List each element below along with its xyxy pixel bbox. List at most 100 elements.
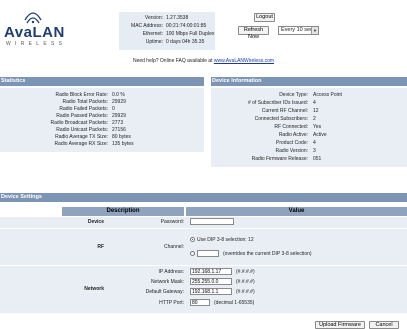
info-value: 051 — [313, 156, 322, 162]
default-gateway-hint: (#.#.#.#) — [236, 289, 255, 295]
stat-row: Radio Total Packets: — [0, 99, 109, 106]
ip-address-label: IP Address: — [158, 269, 184, 275]
stat-label: Radio Average TX Size: — [55, 134, 108, 140]
stat-row: Radio Block Error Rate: — [0, 92, 108, 99]
password-label: Password: — [160, 219, 184, 225]
info-value: 4 — [313, 140, 316, 146]
stat-label: Radio Unicast Packets: — [56, 127, 108, 133]
stat-row: Radio Average RX Size: — [0, 141, 108, 148]
info-row: Radio Version: — [211, 148, 308, 155]
info-ethernet: Ethernet: 100 Mbps Full Duplex — [119, 31, 215, 38]
http-port-hint: (decimal 1-65535) — [214, 300, 255, 306]
override-hint: (overrides the current DIP 3-8 selection… — [223, 251, 312, 257]
stat-label: Radio Average RX Size: — [54, 141, 108, 147]
info-label: # of Subscriber IDs Issued: — [247, 100, 308, 106]
info-row: Radio Firmware Release: — [211, 156, 308, 163]
stat-row: Radio Unicast Packets: — [0, 127, 108, 134]
refresh-now-button[interactable]: Refresh Now — [238, 26, 269, 40]
default-gateway-input[interactable] — [190, 288, 232, 295]
statistics-panel: Radio Block Error Rate: 0.0 % Radio Tota… — [0, 88, 204, 152]
password-input[interactable] — [190, 218, 234, 225]
chevron-down-icon[interactable]: ▼ — [311, 27, 318, 34]
faq-link[interactable]: www.AvaLANWireless.com — [214, 58, 274, 64]
info-uptime: Uptime: 0 days 04h 35.35 — [119, 39, 215, 46]
info-value: Yes — [313, 124, 322, 130]
col-value-header: Value — [186, 207, 407, 216]
info-label: Uptime: — [145, 39, 163, 45]
col-description-header: Description — [62, 207, 184, 216]
http-port-label: HTTP Port: — [159, 300, 184, 306]
brand-tagline: WIRELESS — [6, 41, 67, 47]
device-settings-header: Device Settings — [0, 193, 407, 202]
info-label: RF Connected: — [274, 124, 308, 130]
use-dip-radio[interactable] — [190, 237, 195, 242]
info-row: Connected Subscribers: — [211, 116, 308, 123]
network-mask-label: Network Mask: — [150, 279, 184, 285]
ip-address-hint: (#.#.#.#) — [236, 269, 255, 275]
info-label: Radio Active: — [278, 132, 308, 138]
info-value: 2 — [313, 116, 316, 122]
stat-value: 29929 — [112, 113, 126, 119]
device-information-header: Device Information — [211, 77, 407, 86]
info-label: Connected Subscribers: — [254, 116, 308, 122]
stat-row: Radio Failed Packets: — [0, 106, 108, 113]
stat-value: 0.0 % — [112, 92, 125, 98]
info-value: Access Point — [313, 92, 342, 98]
override-channel-input[interactable] — [197, 250, 219, 257]
info-value: 100 Mbps Full Duplex — [166, 31, 215, 37]
channel-label: Channel: — [163, 244, 184, 250]
info-label: Version: — [144, 15, 163, 21]
info-row: # of Subscriber IDs Issued: — [211, 100, 308, 107]
avalan-logo: AvaLAN WIRELESS — [4, 10, 74, 48]
device-information-panel: Device Type: Access Point # of Subscribe… — [211, 88, 407, 167]
info-row: Device Type: — [211, 92, 308, 99]
ip-address-input[interactable] — [190, 268, 232, 275]
help-line: Need help? Online FAQ available at www.A… — [0, 58, 407, 64]
statistics-header: Statistics — [0, 77, 204, 86]
stat-value: 80 bytes — [112, 134, 131, 140]
stat-label: Radio Broadcast Packets: — [50, 120, 108, 126]
stat-label: Radio Passed Packets: — [56, 113, 108, 119]
info-value: Active — [313, 132, 327, 138]
override-channel-radio[interactable] — [190, 251, 195, 256]
refresh-interval-value: Every 10 sec — [281, 27, 313, 33]
info-row: RF Connected: — [211, 124, 308, 131]
refresh-interval-select[interactable]: Every 10 sec ▼ — [278, 26, 319, 35]
help-text: Need help? Online FAQ available at — [132, 58, 214, 64]
network-group-label: Network — [84, 286, 104, 292]
stat-label: Radio Block Error Rate: — [55, 92, 108, 98]
info-row: Current RF Channel: — [211, 108, 308, 115]
stat-row: Radio Average TX Size: — [0, 134, 108, 141]
network-mask-input[interactable] — [190, 278, 232, 285]
info-value: 12 — [313, 108, 319, 114]
info-label: Current RF Channel: — [261, 108, 308, 114]
info-label: Radio Firmware Release: — [251, 156, 308, 162]
brand-name-b: LAN — [32, 24, 65, 41]
info-label: Radio Version: — [275, 148, 308, 154]
info-version: Version: 1.27.3538 — [119, 15, 215, 22]
info-value: 3 — [313, 148, 316, 154]
stat-value: 27156 — [112, 127, 126, 133]
default-gateway-label: Default Gateway: — [145, 289, 184, 295]
info-label: Device Type: — [279, 92, 308, 98]
stat-value: 0 — [112, 106, 115, 112]
info-row: Product Code: — [211, 140, 308, 147]
http-port-input[interactable] — [190, 299, 210, 306]
info-label: Ethernet: — [142, 31, 163, 37]
info-row: Radio Active: — [211, 132, 308, 139]
info-mac: MAC Address: 00:21:74:00:01:85 — [119, 23, 215, 30]
stat-row: Radio Broadcast Packets: — [0, 120, 108, 127]
info-label: Product Code: — [276, 140, 308, 146]
system-info-box: Version: 1.27.3538 MAC Address: 00:21:74:0… — [119, 12, 215, 50]
wireless-waves-icon — [24, 12, 42, 24]
brand-name-a: Ava — [4, 24, 33, 41]
stat-label: Radio Total Packets: — [62, 99, 109, 105]
info-label: MAC Address: — [131, 23, 163, 29]
network-mask-hint: (#.#.#.#) — [236, 279, 255, 285]
brand-name: AvaLAN — [4, 24, 65, 41]
stat-row: Radio Passed Packets: — [0, 113, 108, 120]
stat-value: 2773 — [112, 120, 124, 126]
logout-button[interactable]: Logout — [254, 13, 275, 22]
rf-group-label: RF — [97, 244, 104, 250]
device-group-label: Device — [87, 219, 104, 225]
